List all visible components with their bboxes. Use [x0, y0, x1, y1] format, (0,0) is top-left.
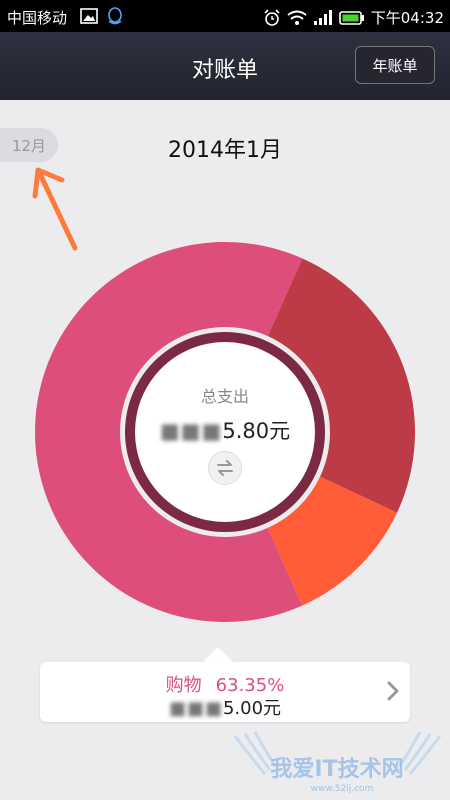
chevron-right-icon[interactable] [386, 680, 400, 702]
total-expense-amount: ■■■5.80元 [0, 415, 450, 445]
signal-icon [313, 9, 332, 25]
masked-amount: ■■■ [159, 419, 223, 443]
site-watermark-logo: 我爱IT技术网 www.52ij.com [233, 731, 442, 794]
detail-card-pointer [203, 647, 233, 662]
carrier-name: 中国移动 [7, 9, 68, 27]
status-time: 下午04:32 [370, 9, 444, 27]
year-statement-button[interactable]: 年账单 [355, 46, 435, 84]
category-name: 购物 [165, 675, 202, 696]
swap-view-button[interactable] [208, 451, 242, 485]
image-notification-icon [80, 8, 98, 24]
total-amount-visible: 5.80元 [222, 419, 291, 443]
qq-icon [108, 7, 122, 25]
category-percent: 63.35% [215, 675, 285, 696]
watermark-text: 我爱IT技术网 [270, 757, 403, 782]
swap-arrows-icon [217, 460, 233, 476]
watermark-url: www.52ij.com [311, 784, 374, 794]
alarm-icon [264, 8, 280, 26]
battery-icon [338, 10, 364, 25]
category-amount-visible: 5.00元 [222, 698, 282, 719]
category-detail-card[interactable]: 购物 63.35% ■■■5.00元 [40, 662, 410, 722]
status-bar: 中国移动 下午04:32 [0, 0, 450, 32]
nav-bar: 对账单 年账单 [0, 32, 450, 100]
masked-amount: ■■■ [168, 698, 223, 719]
category-amount: ■■■5.00元 [40, 694, 410, 720]
total-expense-label: 总支出 [200, 387, 249, 406]
wifi-icon [287, 10, 307, 25]
pointer-arrow-icon [32, 167, 78, 251]
